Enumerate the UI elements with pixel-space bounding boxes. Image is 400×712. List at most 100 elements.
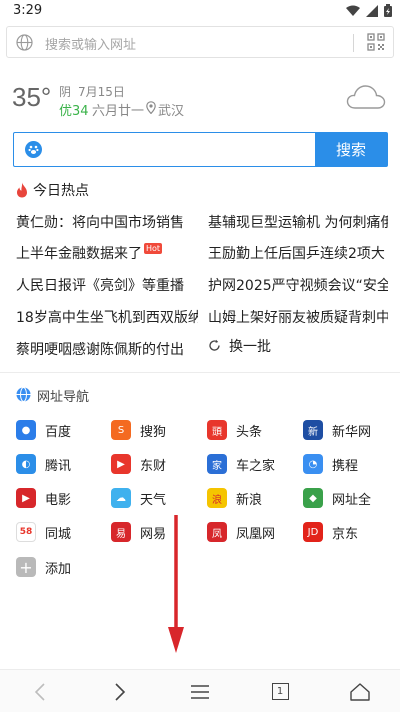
refresh-icon <box>209 339 220 351</box>
ifeng-icon: 凤 <box>207 522 227 542</box>
nav-item[interactable]: ◆ 网址全 <box>303 484 399 512</box>
forward-button[interactable] <box>100 670 140 712</box>
search-button[interactable]: 搜索 <box>315 133 387 166</box>
menu-button[interactable] <box>180 670 220 712</box>
ctrip-icon: ◔ <box>303 454 323 474</box>
url-divider <box>353 34 354 52</box>
nav-item[interactable]: 凤凤凰网 <box>207 518 303 546</box>
hot-item[interactable]: 18岁高中生坐飞机到西双版纳 <box>16 307 198 327</box>
nav-item-label: 头条 <box>236 424 263 440</box>
url-input[interactable]: 搜索或输入网址 <box>45 34 136 53</box>
location-pin-icon <box>146 101 156 114</box>
hot-item[interactable]: 基辅现巨型运输机 为何刺痛俄 <box>208 212 388 232</box>
refresh-label: 换一批 <box>229 339 271 355</box>
nav-item[interactable]: 易网易 <box>111 518 207 546</box>
scroll-arrow-icon <box>168 515 184 653</box>
nav-item[interactable]: ☁ 天气 <box>111 484 207 512</box>
nav-item[interactable]: + 添加 <box>16 553 112 581</box>
qr-scan-icon[interactable] <box>367 33 385 51</box>
sina-icon: 浪 <box>207 488 227 508</box>
baidu-icon: ● <box>16 420 36 440</box>
sogou-icon: S <box>111 420 131 440</box>
back-button[interactable] <box>20 670 60 712</box>
nav-item[interactable]: ◐ 腾讯 <box>16 450 112 478</box>
add-icon: + <box>16 557 36 577</box>
weather-icon: ☁ <box>111 488 131 508</box>
nav-item-label: 网址全 <box>332 492 372 508</box>
tabs-button[interactable]: 1 <box>260 670 300 712</box>
bottom-toolbar: 1 <box>0 669 400 712</box>
nav-item[interactable]: S 搜狗 <box>111 416 207 444</box>
nav-item-label: 同城 <box>45 526 72 542</box>
hot-item-text: 上半年金融数据来了 <box>16 246 142 262</box>
hot-item[interactable]: 人民日报评《亮剑》等重播 <box>16 275 198 295</box>
hot-badge: Hot <box>144 243 163 254</box>
nav-item-label: 网易 <box>140 526 167 542</box>
nav-item-label: 添加 <box>45 561 72 577</box>
hot-item[interactable]: 王励勤上任后国乒连续2项大 <box>208 243 388 263</box>
globe-icon <box>16 34 33 51</box>
nav-item-label: 百度 <box>45 424 72 440</box>
flame-icon <box>17 182 27 198</box>
nav-item-label: 搜狗 <box>140 424 167 440</box>
status-time: 3:29 <box>13 3 43 18</box>
nav-item-label: 凤凰网 <box>236 526 276 542</box>
nav-item-label: 东财 <box>140 458 167 474</box>
nav-item-label: 天气 <box>140 492 167 508</box>
hot-item[interactable]: 上半年金融数据来了 Hot <box>16 243 198 263</box>
hot-item[interactable]: 黄仁勋：将向中国市场销售 <box>16 212 198 232</box>
tencent-icon: ◐ <box>16 454 36 474</box>
url-bar[interactable]: 搜索或输入网址 <box>6 26 394 58</box>
netease-icon: 易 <box>111 522 131 542</box>
nav-item[interactable]: ● 百度 <box>16 416 112 444</box>
hot-item[interactable]: 蔡明哽咽感谢陈佩斯的付出 <box>16 339 198 359</box>
air-quality: 优34 <box>59 104 89 119</box>
toutiao-icon: 頭 <box>207 420 227 440</box>
weather-condition: 阴 <box>59 85 72 99</box>
xinhua-icon: 新 <box>303 420 323 440</box>
nav-item[interactable]: JD 京东 <box>303 518 399 546</box>
tab-count: 1 <box>276 686 284 697</box>
menu-icon <box>191 684 209 699</box>
status-bar: 3:29 <box>0 0 400 22</box>
signal-icon <box>366 4 378 17</box>
search-box[interactable]: 搜索 <box>13 132 388 167</box>
nav-item[interactable]: 頭头条 <box>207 416 303 444</box>
weather-widget[interactable]: 35° 阴 7月15日 优34 六月廿一 武汉 <box>0 78 400 126</box>
back-icon <box>34 682 45 701</box>
nav-item-label: 腾讯 <box>45 458 72 474</box>
nav-item[interactable]: 家车之家 <box>207 450 303 478</box>
nav-item-label: 新华网 <box>332 424 372 440</box>
nav-item[interactable]: 浪新浪 <box>207 484 303 512</box>
nav-item-label: 新浪 <box>236 492 263 508</box>
nav-item-label: 电影 <box>45 492 72 508</box>
section-divider <box>0 372 400 373</box>
cloud-icon <box>346 85 386 109</box>
nav-title: 网址导航 <box>37 390 90 405</box>
nav-item[interactable]: 58 同城 <box>16 518 112 546</box>
forward-icon <box>115 682 126 701</box>
nav-item[interactable]: ◔ 携程 <box>303 450 399 478</box>
status-icons <box>346 4 392 17</box>
hot-title: 今日热点 <box>33 183 89 199</box>
temperature: 35° <box>12 82 52 112</box>
jd-icon: JD <box>303 522 323 542</box>
refresh-button[interactable]: 换一批 <box>208 336 271 356</box>
weather-date: 7月15日 <box>78 85 125 99</box>
hot-item[interactable]: 山姆上架好丽友被质疑背刺中 <box>208 307 388 327</box>
nav-item[interactable]: ▶ 东财 <box>111 450 207 478</box>
city-name: 武汉 <box>158 104 185 119</box>
autohome-icon: 家 <box>207 454 227 474</box>
nav-item[interactable]: ▶ 电影 <box>16 484 112 512</box>
nav-globe-icon <box>16 387 31 402</box>
tongcheng-icon: 58 <box>16 522 36 542</box>
baidu-paw-icon[interactable] <box>25 141 42 158</box>
lunar-date: 六月廿一 <box>92 104 145 119</box>
tabs-icon: 1 <box>271 683 289 700</box>
battery-icon <box>384 4 392 17</box>
wifi-icon <box>346 5 360 16</box>
hot-item[interactable]: 护网2025严守视频会议“安全 <box>208 275 388 295</box>
dongcai-icon: ▶ <box>111 454 131 474</box>
nav-item[interactable]: 新新华网 <box>303 416 399 444</box>
home-button[interactable] <box>340 670 380 712</box>
